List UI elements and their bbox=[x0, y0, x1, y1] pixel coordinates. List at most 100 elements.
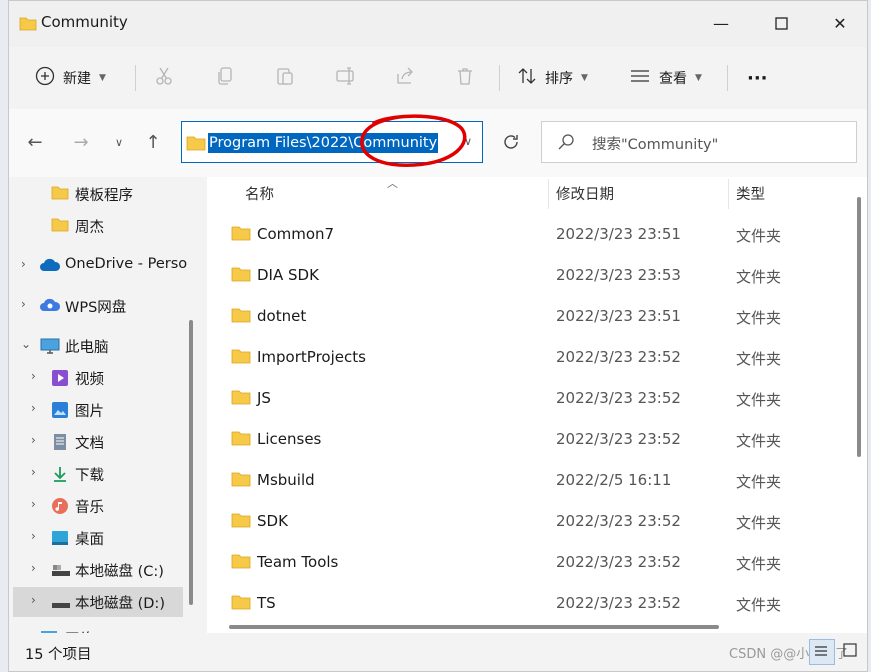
copy-icon bbox=[215, 66, 235, 90]
chevron-right-icon[interactable]: › bbox=[31, 497, 36, 511]
new-button[interactable]: 新建 ▼ bbox=[35, 61, 106, 95]
nav-item-label: 文档 bbox=[75, 436, 104, 452]
nav-item-pictures[interactable]: › 图片 bbox=[9, 395, 197, 425]
recent-locations-chevron-icon[interactable]: ∨ bbox=[107, 131, 131, 155]
nav-item-videos[interactable]: › 视频 bbox=[9, 363, 197, 393]
nav-item-downloads[interactable]: › 下载 bbox=[9, 459, 197, 489]
table-row[interactable]: dotnet 2022/3/23 23:51 文件夹 bbox=[207, 296, 847, 336]
chevron-down-icon: ▼ bbox=[581, 73, 588, 83]
folder-icon bbox=[231, 471, 251, 491]
chevron-right-icon[interactable]: › bbox=[31, 529, 36, 543]
scissors-icon bbox=[154, 66, 174, 90]
nav-item-zhoujie[interactable]: 周杰 bbox=[9, 211, 197, 241]
toolbar-divider bbox=[499, 65, 500, 91]
nav-item-network[interactable]: › 网络 bbox=[9, 623, 197, 633]
table-row[interactable]: DIA SDK 2022/3/23 23:53 文件夹 bbox=[207, 255, 847, 295]
content-area: 模板程序 周杰 › OneDrive - Perso › WPS网盘 ⌄ 此电脑 bbox=[9, 177, 867, 633]
file-type: 文件夹 bbox=[736, 227, 782, 245]
nav-item-drive-c[interactable]: › 本地磁盘 (C:) bbox=[9, 555, 197, 585]
folder-icon bbox=[231, 225, 251, 245]
address-row: ← → ∨ ↑ Program Files\2022\Community ∨ 搜… bbox=[9, 109, 867, 177]
nav-item-label: 周杰 bbox=[75, 220, 104, 236]
search-box[interactable]: 搜索"Community" bbox=[541, 121, 857, 163]
folder-icon bbox=[231, 553, 251, 573]
forward-arrow-icon[interactable]: → bbox=[69, 131, 93, 155]
paste-button[interactable] bbox=[275, 61, 295, 95]
nav-item-desktop[interactable]: › 桌面 bbox=[9, 523, 197, 553]
column-header-type[interactable]: 类型 bbox=[736, 183, 765, 204]
nav-item-documents[interactable]: › 文档 bbox=[9, 427, 197, 457]
share-button[interactable] bbox=[395, 61, 415, 95]
up-arrow-icon[interactable]: ↑ bbox=[141, 131, 165, 155]
more-options-button[interactable]: ··· bbox=[747, 61, 768, 95]
chevron-right-icon[interactable]: › bbox=[21, 257, 26, 271]
file-name: TS bbox=[257, 594, 276, 612]
file-modified-date: 2022/3/23 23:51 bbox=[556, 225, 681, 243]
minimize-button[interactable]: — bbox=[706, 11, 736, 37]
file-list-horizontal-scrollbar[interactable] bbox=[229, 625, 719, 629]
file-name: Team Tools bbox=[257, 553, 339, 571]
tiles-view-icon[interactable] bbox=[839, 639, 863, 663]
rename-button[interactable] bbox=[335, 61, 357, 95]
folder-icon bbox=[231, 594, 251, 614]
column-header-name[interactable]: 名称 bbox=[245, 183, 274, 204]
table-row[interactable]: Common7 2022/3/23 23:51 文件夹 bbox=[207, 214, 847, 254]
chevron-right-icon[interactable]: › bbox=[31, 369, 36, 383]
table-row[interactable]: JS 2022/3/23 23:52 文件夹 bbox=[207, 378, 847, 418]
nav-item-template-program[interactable]: 模板程序 bbox=[9, 179, 197, 209]
table-row[interactable]: Msbuild 2022/2/5 16:11 文件夹 bbox=[207, 460, 847, 500]
sort-ascending-icon: ︿ bbox=[387, 177, 398, 190]
chevron-right-icon[interactable]: › bbox=[31, 561, 36, 575]
nav-item-label: 视频 bbox=[75, 372, 104, 388]
view-button[interactable]: 查看 ▼ bbox=[629, 61, 702, 95]
chevron-down-icon[interactable]: ⌄ bbox=[21, 337, 31, 351]
file-type: 文件夹 bbox=[736, 432, 782, 450]
refresh-button[interactable] bbox=[491, 121, 531, 163]
table-row[interactable]: TS 2022/3/23 23:52 文件夹 bbox=[207, 583, 847, 623]
maximize-button[interactable] bbox=[766, 11, 796, 37]
table-row[interactable]: ImportProjects 2022/3/23 23:52 文件夹 bbox=[207, 337, 847, 377]
file-type: 文件夹 bbox=[736, 350, 782, 368]
drive-icon bbox=[51, 593, 71, 615]
address-path-text[interactable]: Program Files\2022\Community bbox=[208, 133, 439, 153]
file-explorer-window: Community — ✕ 新建 ▼ 排序 ▼ 查看 ▼ ··· ← → ∨ ↑… bbox=[8, 0, 868, 672]
details-view-icon[interactable] bbox=[809, 639, 835, 665]
file-name: Licenses bbox=[257, 430, 322, 448]
nav-item-label: 本地磁盘 (C:) bbox=[75, 564, 164, 580]
file-list-vertical-scrollbar[interactable] bbox=[857, 197, 861, 457]
table-row[interactable]: SDK 2022/3/23 23:52 文件夹 bbox=[207, 501, 847, 541]
file-modified-date: 2022/2/5 16:11 bbox=[556, 471, 672, 489]
nav-item-wps-drive[interactable]: › WPS网盘 bbox=[9, 291, 197, 321]
nav-item-label: 下载 bbox=[75, 468, 104, 484]
address-bar[interactable]: Program Files\2022\Community ∨ bbox=[181, 121, 483, 163]
column-header-date[interactable]: 修改日期 bbox=[556, 183, 614, 204]
address-dropdown-chevron-icon[interactable]: ∨ bbox=[464, 135, 472, 148]
table-row[interactable]: Licenses 2022/3/23 23:52 文件夹 bbox=[207, 419, 847, 459]
nav-item-music[interactable]: › 音乐 bbox=[9, 491, 197, 521]
title-bar: Community — ✕ bbox=[9, 1, 867, 47]
nav-item-drive-d[interactable]: › 本地磁盘 (D:) bbox=[13, 587, 183, 617]
column-divider[interactable] bbox=[548, 179, 549, 209]
refresh-icon bbox=[502, 135, 520, 156]
navigation-scrollbar[interactable] bbox=[189, 320, 193, 605]
chevron-right-icon[interactable]: › bbox=[31, 465, 36, 479]
search-placeholder: 搜索"Community" bbox=[592, 137, 719, 153]
cut-button[interactable] bbox=[154, 61, 174, 95]
nav-item-onedrive[interactable]: › OneDrive - Perso bbox=[9, 251, 197, 281]
close-button[interactable]: ✕ bbox=[825, 11, 855, 37]
column-divider[interactable] bbox=[728, 179, 729, 209]
nav-item-this-pc[interactable]: ⌄ 此电脑 bbox=[9, 331, 197, 361]
table-row[interactable]: Team Tools 2022/3/23 23:52 文件夹 bbox=[207, 542, 847, 582]
chevron-right-icon[interactable]: › bbox=[31, 401, 36, 415]
sort-button[interactable]: 排序 ▼ bbox=[517, 61, 588, 95]
chevron-down-icon: ▼ bbox=[695, 73, 702, 83]
folder-icon bbox=[186, 135, 206, 155]
file-type: 文件夹 bbox=[736, 555, 782, 573]
chevron-right-icon[interactable]: › bbox=[21, 297, 26, 311]
copy-button[interactable] bbox=[215, 61, 235, 95]
delete-button[interactable] bbox=[455, 61, 475, 95]
chevron-right-icon[interactable]: › bbox=[31, 593, 36, 607]
file-name: SDK bbox=[257, 512, 288, 530]
chevron-right-icon[interactable]: › bbox=[31, 433, 36, 447]
back-arrow-icon[interactable]: ← bbox=[23, 131, 47, 155]
